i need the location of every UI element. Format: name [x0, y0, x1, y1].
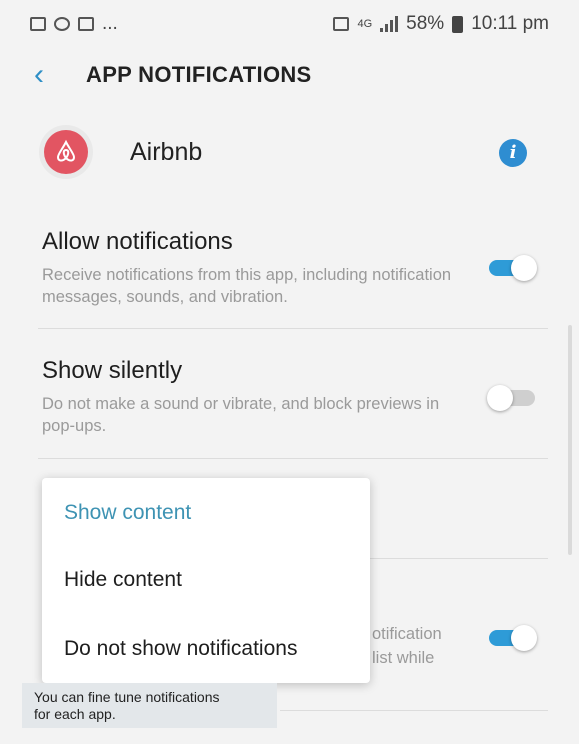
lock-screen-options-popup: Show content Hide content Do not show no… [42, 478, 370, 683]
lock-icon [78, 17, 94, 31]
signal-icon [380, 16, 399, 32]
battery-icon [452, 15, 464, 33]
tip-caption-line2: for each app. [34, 706, 116, 722]
allow-notifications-setting[interactable]: Allow notifications Receive notification… [42, 228, 462, 308]
setting-title: Allow notifications [42, 228, 233, 255]
gallery-icon [30, 17, 46, 31]
divider [38, 458, 548, 459]
lock-screen-toggle[interactable] [487, 623, 537, 651]
sync-icon [54, 17, 70, 31]
network-type: 4G [357, 18, 373, 30]
status-left-icons: ... [30, 13, 118, 35]
divider [280, 710, 548, 711]
divider [370, 558, 548, 559]
toggle-knob [511, 625, 537, 651]
app-bar: ‹ APP NOTIFICATIONS [0, 50, 579, 100]
show-silently-toggle[interactable] [487, 383, 537, 411]
app-name: Airbnb [130, 138, 203, 166]
info-icon[interactable]: i [499, 139, 527, 167]
partial-setting-text-line1: otification [372, 625, 442, 643]
battery-percentage: 58% [406, 13, 445, 34]
partial-setting-text-line2: list while [372, 649, 435, 667]
allow-notifications-toggle[interactable] [487, 253, 537, 281]
setting-title: Show silently [42, 357, 183, 384]
option-do-not-show-notifications[interactable]: Do not show notifications [64, 637, 297, 661]
airbnb-logo-icon [44, 130, 88, 174]
option-hide-content[interactable]: Hide content [64, 568, 182, 592]
tip-caption-line1: You can fine tune notifications [34, 689, 220, 705]
setting-description: Do not make a sound or vibrate, and bloc… [42, 395, 440, 435]
app-row: Airbnb i [0, 120, 579, 200]
tip-caption: You can fine tune notifications for each… [22, 683, 277, 728]
alarm-icon [333, 17, 350, 31]
clock: 10:11 pm [471, 13, 549, 34]
scrollbar[interactable] [568, 325, 572, 555]
toggle-knob [487, 385, 513, 411]
more-notifications-indicator: ... [102, 13, 118, 34]
page-title: APP NOTIFICATIONS [86, 62, 312, 87]
show-silently-setting[interactable]: Show silently Do not make a sound or vib… [42, 357, 462, 437]
status-bar: ... 4G 58% 10:11 pm [0, 0, 579, 50]
divider [38, 328, 548, 329]
setting-description: Receive notifications from this app, inc… [42, 266, 452, 306]
status-right-icons: 4G 58% 10:11 pm [333, 13, 549, 35]
option-show-content[interactable]: Show content [64, 501, 191, 525]
chevron-left-icon[interactable]: ‹ [34, 60, 44, 90]
toggle-knob [511, 255, 537, 281]
